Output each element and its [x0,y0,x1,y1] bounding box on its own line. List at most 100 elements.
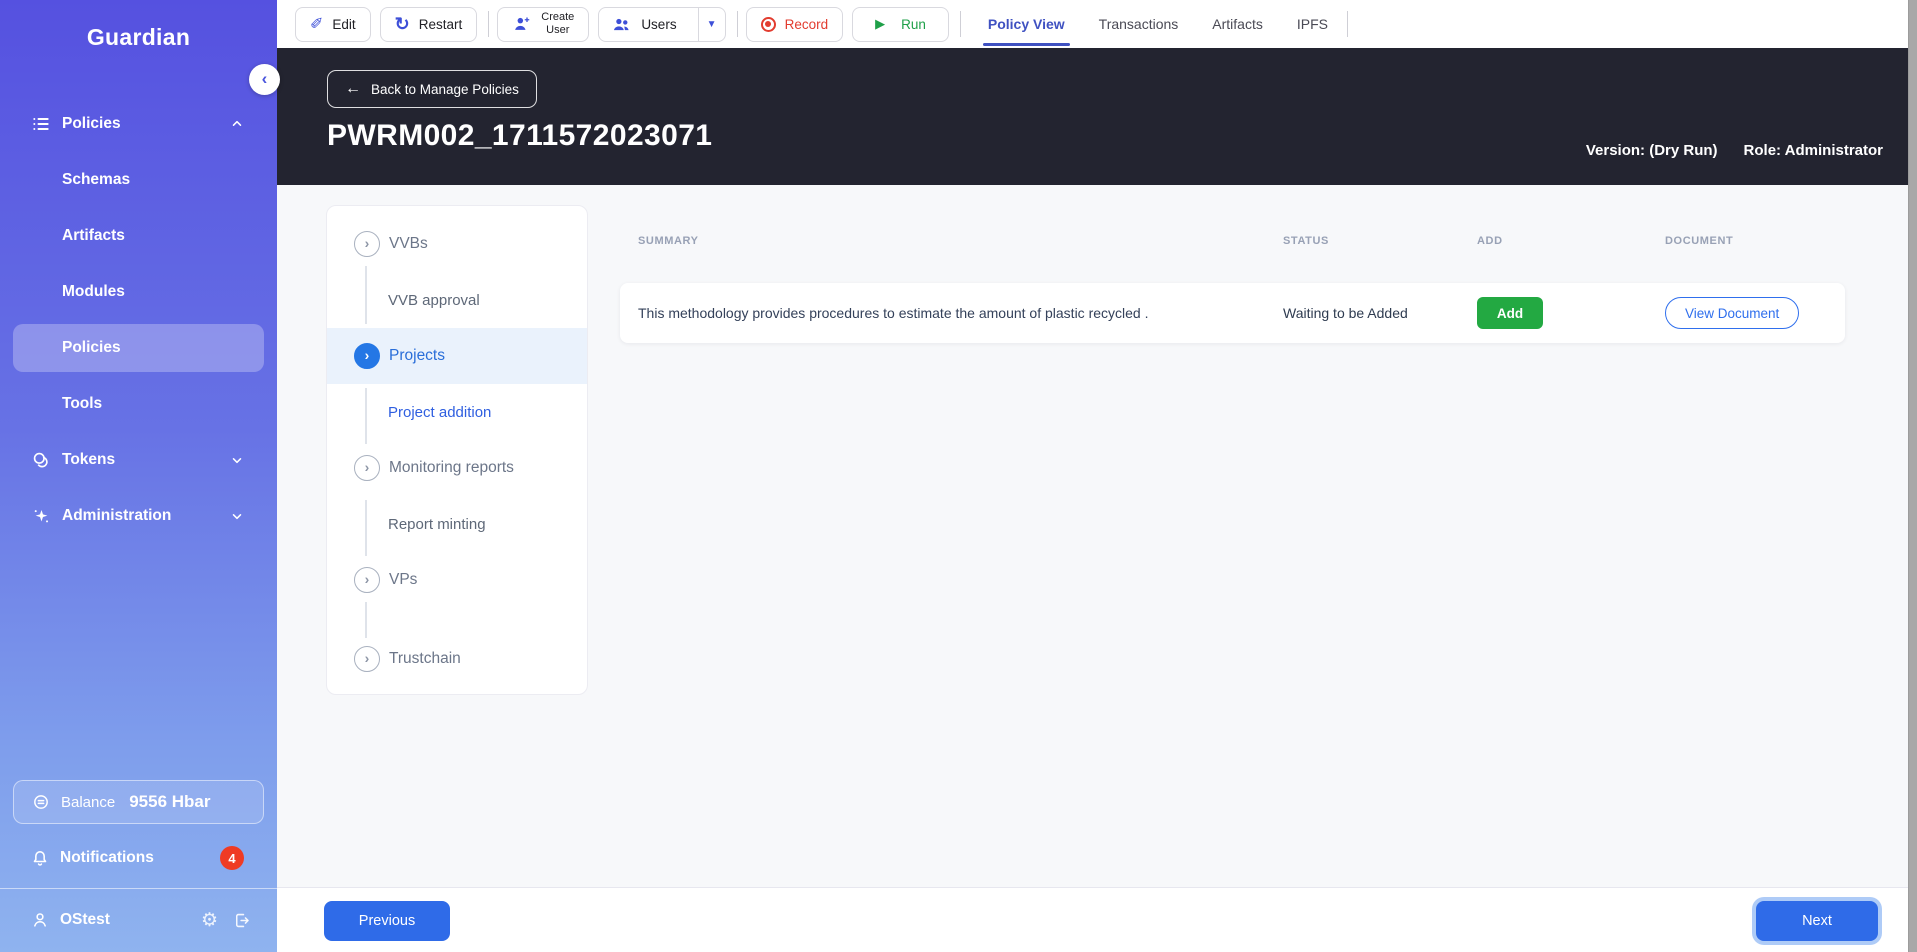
back-label: Back to Manage Policies [371,81,519,97]
users-label: Users [641,16,677,32]
sidebar-item-tokens[interactable]: Tokens [0,432,277,488]
step-vvb-approval[interactable]: VVB approval [327,275,587,325]
documents-table: SUMMARY STATUS ADD DOCUMENT This methodo… [620,229,1845,343]
sidebar-item-administration[interactable]: Administration [0,488,277,544]
previous-button[interactable]: Previous [324,901,450,941]
step-label: VVBs [389,235,428,252]
table-row: This methodology provides procedures to … [620,283,1845,343]
users-split-button: Users ▼ [598,6,726,42]
step-label: Trustchain [389,650,461,667]
run-label: Run [901,16,926,32]
sidebar-item-modules[interactable]: Modules [0,264,277,320]
sidebar-item-label: Policies [62,115,121,132]
table-header-row: SUMMARY STATUS ADD DOCUMENT [620,229,1845,253]
step-project-addition[interactable]: Project addition [327,387,587,437]
role-label: Role: Administrator [1743,142,1883,159]
step-trustchain[interactable]: › Trustchain [327,634,587,684]
document-cell: View Document [1665,297,1845,329]
chevron-up-icon [230,117,244,131]
sidebar-collapse-button[interactable]: ‹ [249,64,280,95]
column-header-document: DOCUMENT [1665,235,1734,247]
restart-button[interactable]: ↻ Restart [379,6,478,42]
users-button[interactable]: Users [599,8,688,41]
tab-ipfs[interactable]: IPFS [1280,0,1345,48]
notifications-count-badge: 4 [220,846,244,870]
sidebar-item-tools[interactable]: Tools [0,376,277,432]
step-vvbs[interactable]: › VVBs [327,219,587,269]
chevron-right-circle-icon: › [354,343,380,369]
tab-transactions[interactable]: Transactions [1082,0,1196,48]
record-button[interactable]: Record [745,6,844,42]
sidebar: Guardian Policies Schemas Artifacts Modu… [0,0,277,952]
chevron-left-icon: ‹ [261,68,268,88]
view-document-button[interactable]: View Document [1665,297,1800,329]
users-dropdown-button[interactable]: ▼ [697,7,725,41]
stepper-connector [365,602,367,638]
list-icon [30,113,52,135]
chevron-right-circle-icon: › [354,231,380,257]
sidebar-item-label: Tools [62,395,103,412]
user-row: OStest ⚙ [0,896,277,944]
chevron-right-circle-icon: › [354,567,380,593]
balance-value: 9556 Hbar [129,792,211,811]
substep-label: Report minting [388,515,486,533]
policy-header: ‹ ← Back to Manage Policies PWRM002_1711… [249,48,1917,185]
sidebar-item-policies[interactable]: Policies [0,96,277,152]
create-user-label-line2: User [546,24,570,36]
chevron-down-icon [230,453,244,467]
sidebar-item-label: Modules [62,283,125,300]
run-button[interactable]: ▶ Run [852,6,949,42]
record-icon [760,16,776,32]
policy-meta: Version: (Dry Run) Role: Administrator [1586,142,1883,159]
user-icon [30,910,50,930]
sidebar-divider [0,888,277,889]
edit-button[interactable]: ✐ Edit [295,6,371,42]
username: OStest [60,911,110,928]
tab-artifacts[interactable]: Artifacts [1195,0,1280,48]
coins-icon [30,449,52,471]
substep-label: VVB approval [388,291,480,309]
stepper-panel: › VVBs VVB approval › Projects Project a… [326,205,588,695]
step-projects[interactable]: › Projects [327,328,587,384]
create-user-label-line1: Create [541,11,575,24]
next-button[interactable]: Next [1756,901,1878,941]
add-button[interactable]: Add [1477,297,1543,329]
sidebar-item-schemas[interactable]: Schemas [0,152,277,208]
step-label: VPs [389,571,418,588]
bell-icon [30,848,50,868]
content-area: › VVBs VVB approval › Projects Project a… [277,185,1917,887]
balance-label: Balance [61,793,116,811]
toolbar-divider [488,11,490,37]
sparkle-icon [30,505,52,527]
step-vps[interactable]: › VPs [327,555,587,605]
toolbar-divider [1346,11,1348,37]
sidebar-item-notifications[interactable]: Notifications 4 [0,836,277,880]
sidebar-item-artifacts[interactable]: Artifacts [0,208,277,264]
sidebar-nav: Policies Schemas Artifacts Modules Polic… [0,96,277,544]
sidebar-item-label: Schemas [62,171,131,188]
back-to-manage-policies-button[interactable]: ← Back to Manage Policies [327,70,537,108]
step-label: Projects [389,347,445,364]
sidebar-item-label: Tokens [62,451,116,468]
chevron-right-circle-icon: › [354,646,380,672]
tab-label: Policy View [987,16,1065,32]
sidebar-item-policies-selected[interactable]: Policies [13,324,264,372]
page-scrollbar[interactable] [1908,0,1917,952]
arrow-left-icon: ← [345,80,361,97]
balance-card[interactable]: Balance 9556 Hbar [13,780,264,824]
logout-icon[interactable] [232,911,251,930]
chevron-down-icon [230,509,244,523]
substep-label: Project addition [388,403,492,421]
tab-label: Transactions [1098,16,1179,32]
toolbar-divider [959,11,961,37]
main-area: ✐ Edit ↻ Restart Create User Users ▼ Rec… [249,0,1917,952]
active-tab-underline [982,43,1070,46]
app-logo: Guardian [86,24,191,50]
create-user-button[interactable]: Create User [497,6,590,42]
gear-icon[interactable]: ⚙ [201,911,218,930]
step-report-minting[interactable]: Report minting [327,499,587,549]
column-header-status: STATUS [1283,235,1329,247]
tab-policy-view[interactable]: Policy View [971,0,1082,48]
users-icon [611,14,632,35]
step-monitoring-reports[interactable]: › Monitoring reports [327,443,587,493]
